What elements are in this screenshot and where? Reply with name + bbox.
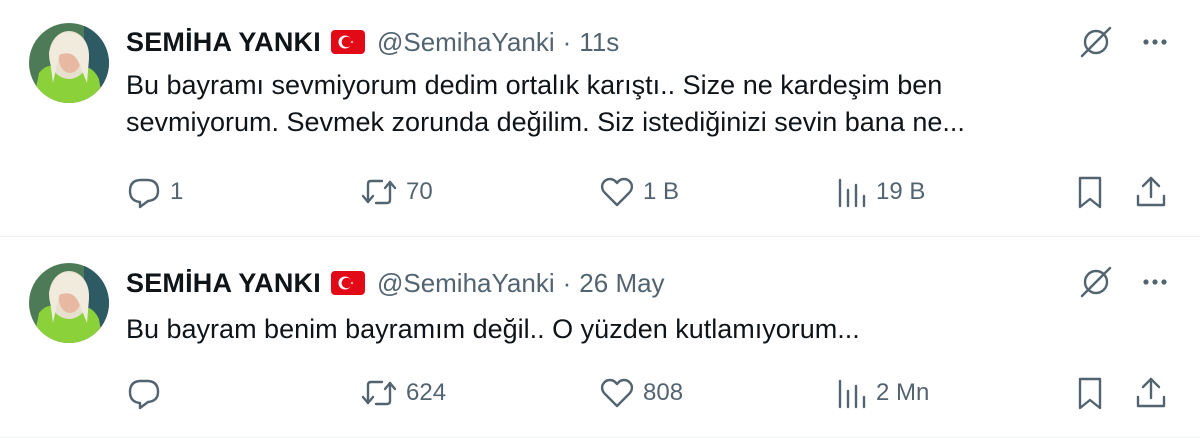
tweet-actions: 624 808 2 Mn: [126, 373, 1171, 413]
like-button[interactable]: 808: [599, 373, 683, 413]
timestamp[interactable]: 11s: [579, 27, 619, 58]
separator-dot: ·: [562, 267, 572, 298]
bookmark-icon: [1078, 377, 1102, 410]
views-chart-icon: [838, 178, 866, 208]
avatar[interactable]: [29, 263, 109, 343]
tweet-text-line: Bu bayram benim bayramım değil.. O yüzde…: [126, 314, 860, 344]
reply-button[interactable]: 1: [126, 172, 183, 212]
share-icon: [1136, 176, 1166, 207]
reply-icon: [128, 379, 160, 410]
share-button[interactable]: [1134, 172, 1168, 212]
like-count: 808: [643, 379, 684, 406]
reply-icon: [128, 178, 160, 209]
reply-button[interactable]: [126, 373, 170, 413]
views-count: 2 Mn: [876, 379, 930, 406]
heart-icon: [600, 177, 634, 207]
retweet-button[interactable]: 70: [360, 172, 433, 212]
retweet-count: 70: [406, 178, 433, 205]
bookmark-button[interactable]: [1074, 373, 1106, 413]
display-name[interactable]: SEMİHA YANKI: [126, 268, 321, 299]
separator-dot: ·: [562, 26, 572, 57]
turkey-flag-icon: [330, 30, 365, 54]
tweet-text-line: Bu bayramı sevmiyorum dedim ortalık karı…: [126, 70, 943, 100]
share-icon: [1136, 377, 1166, 408]
grok-slash-icon[interactable]: [1078, 24, 1114, 65]
tweet-text-line: sevmiyorum. Sevmek zorunda değilim. Siz …: [126, 107, 965, 137]
views-button[interactable]: 2 Mn: [836, 373, 929, 413]
tweet-header: SEMİHA YANKI @SemihaYanki · 26 May: [126, 263, 665, 303]
avatar[interactable]: [29, 23, 109, 103]
heart-icon: [600, 378, 634, 408]
reply-count: 1: [170, 178, 184, 205]
tweet-actions: 1 70 1 B 19 B: [126, 172, 1171, 212]
retweet-icon: [361, 380, 397, 406]
tweet-top-icons: [1078, 264, 1170, 305]
views-chart-icon: [838, 379, 866, 409]
views-count: 19 B: [876, 178, 926, 205]
tweet-text: Bu bayramı sevmiyorum dedim ortalık karı…: [126, 67, 1106, 141]
tweet[interactable]: SEMİHA YANKI @SemihaYanki · 11s Bu bayra…: [0, 0, 1200, 237]
more-dots-icon[interactable]: [1140, 267, 1170, 302]
display-name[interactable]: SEMİHA YANKI: [126, 27, 321, 58]
tweet-top-icons: [1078, 24, 1170, 65]
tweet-header: SEMİHA YANKI @SemihaYanki · 11s: [126, 22, 619, 62]
tweet[interactable]: SEMİHA YANKI @SemihaYanki · 26 May Bu ba…: [0, 237, 1200, 438]
share-button[interactable]: [1134, 373, 1168, 413]
turkey-flag-icon: [330, 271, 365, 295]
retweet-button[interactable]: 624: [360, 373, 446, 413]
handle[interactable]: @SemihaYanki: [377, 268, 555, 299]
grok-slash-icon[interactable]: [1078, 264, 1114, 305]
bookmark-icon: [1078, 176, 1102, 209]
more-dots-icon[interactable]: [1140, 27, 1170, 62]
bookmark-button[interactable]: [1074, 172, 1106, 212]
timestamp[interactable]: 26 May: [579, 268, 664, 299]
retweet-icon: [361, 179, 397, 205]
tweet-text: Bu bayram benim bayramım değil.. O yüzde…: [126, 311, 1106, 348]
retweet-count: 624: [406, 379, 447, 406]
handle[interactable]: @SemihaYanki: [377, 27, 555, 58]
like-button[interactable]: 1 B: [599, 172, 679, 212]
like-count: 1 B: [643, 178, 680, 205]
views-button[interactable]: 19 B: [836, 172, 925, 212]
